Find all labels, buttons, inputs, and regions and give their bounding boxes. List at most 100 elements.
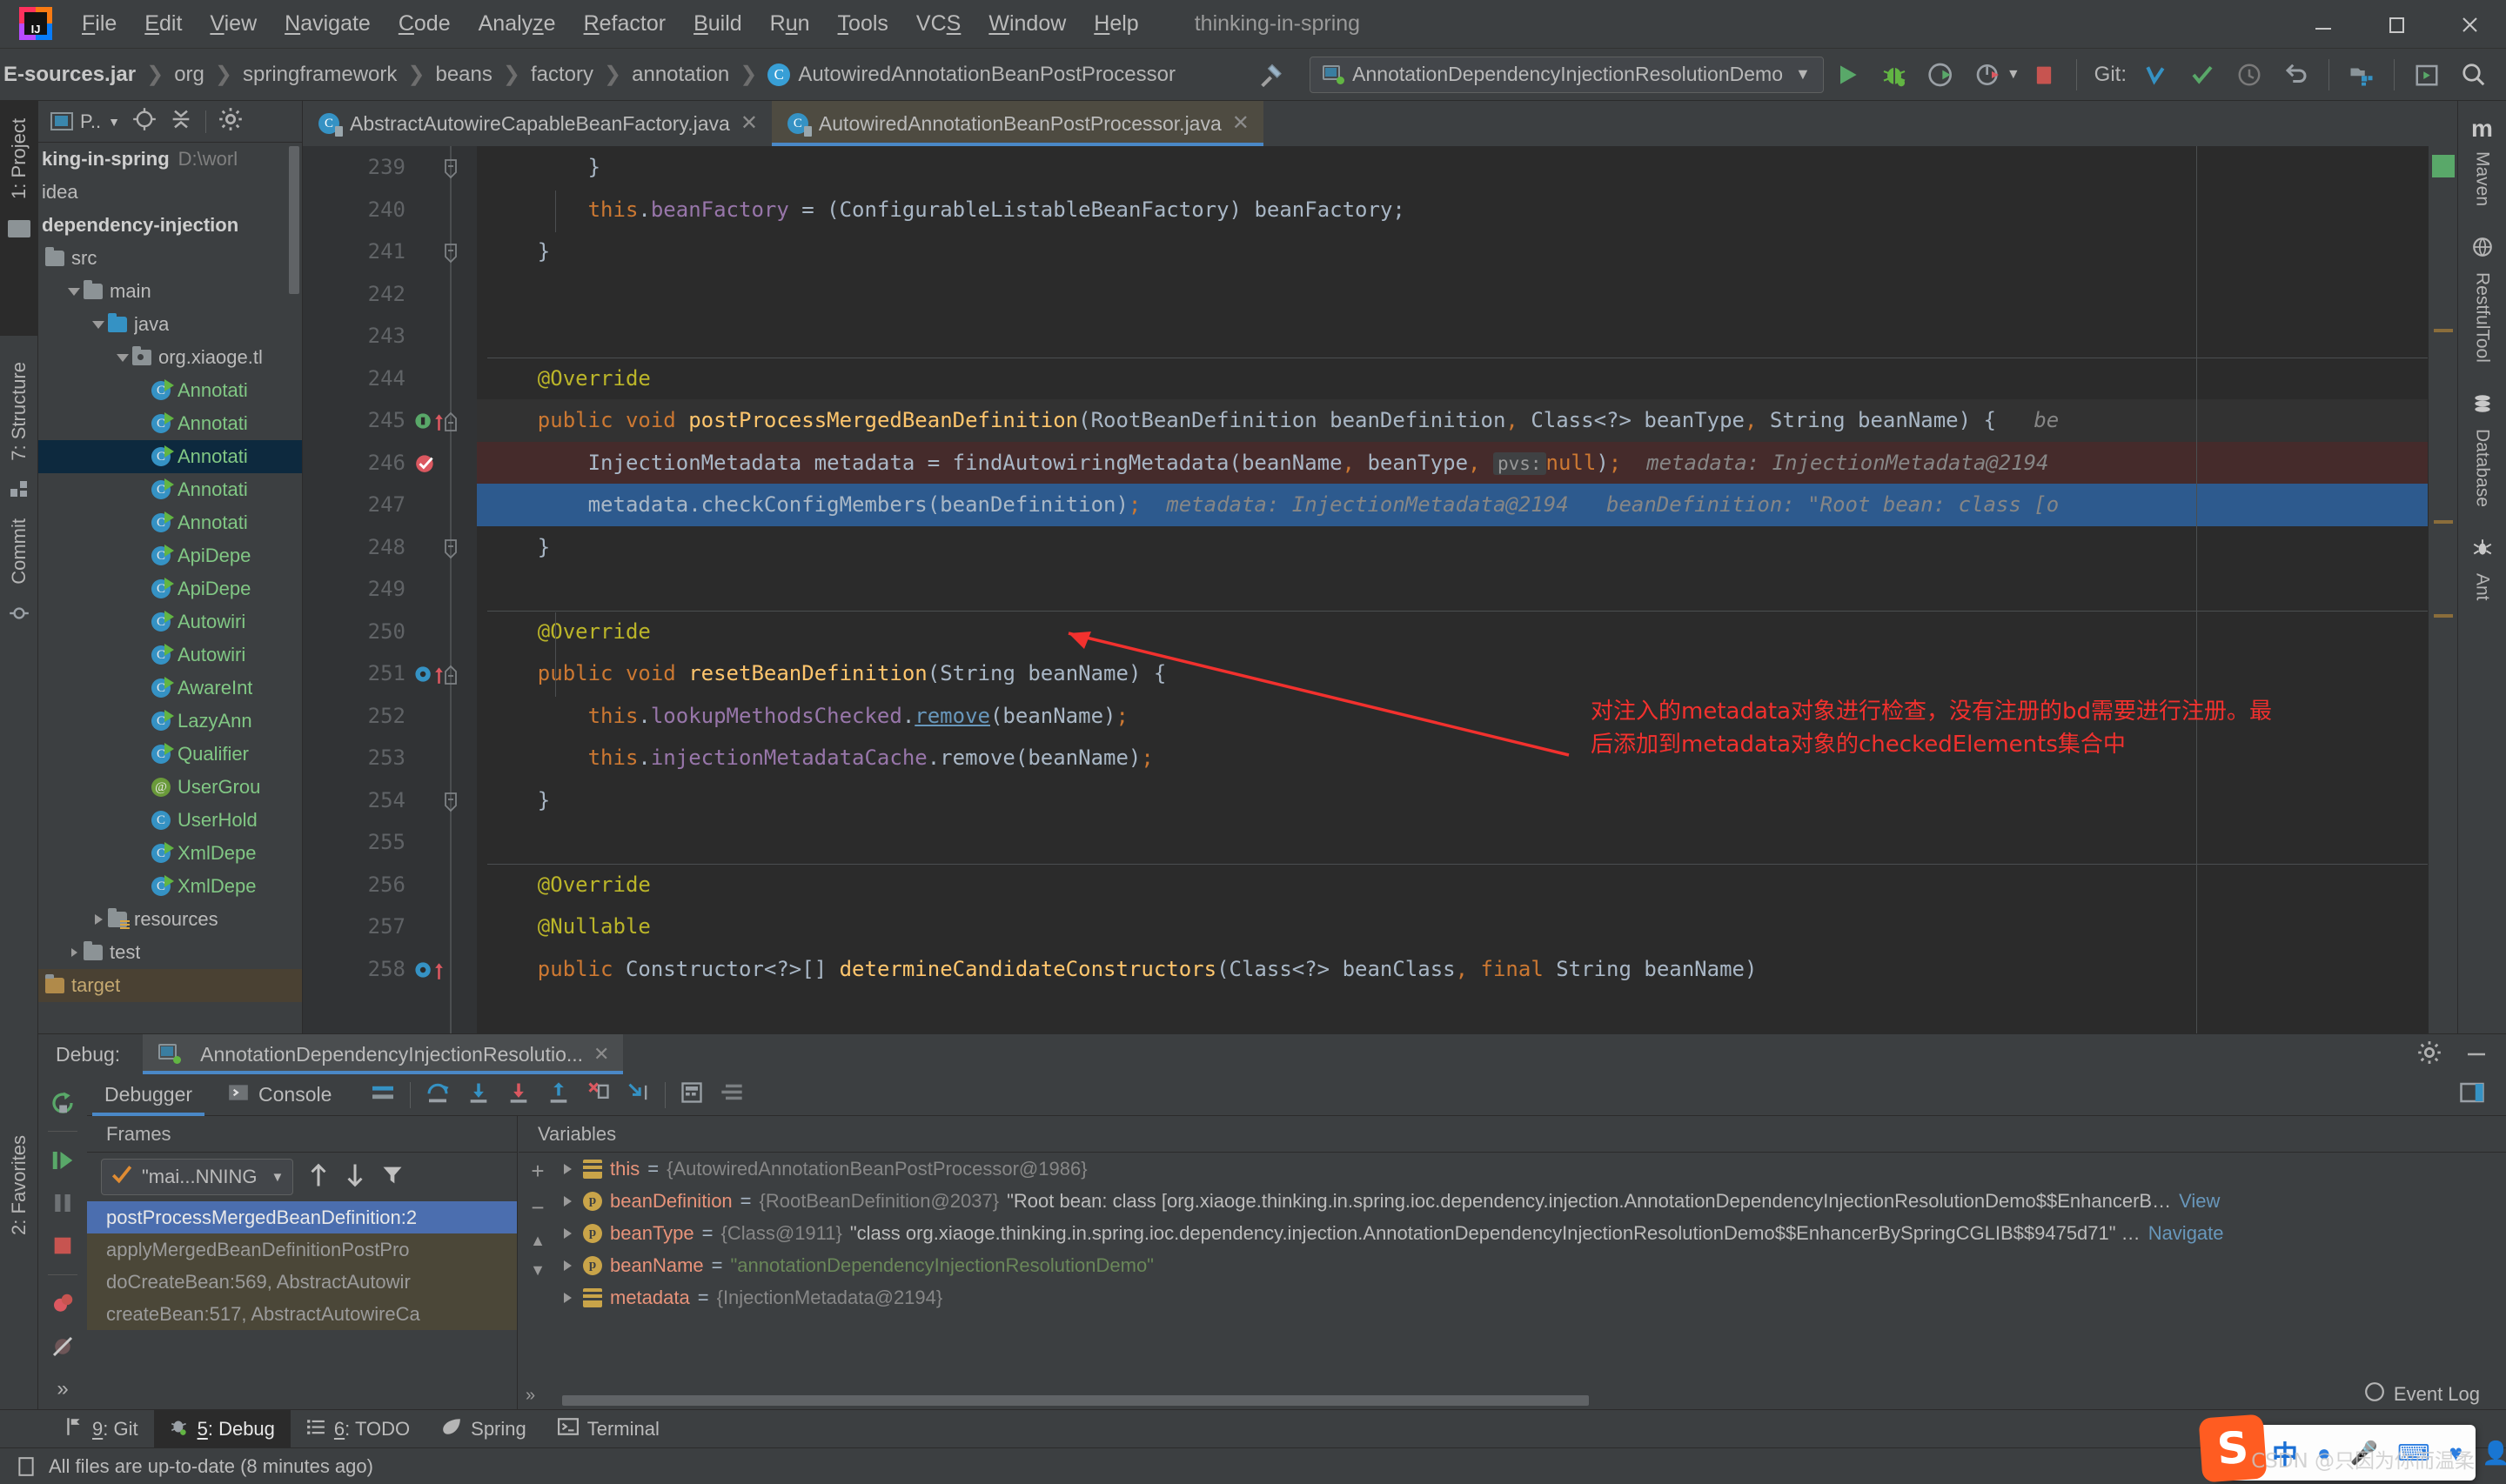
- tree-node-class[interactable]: C Annotati: [38, 374, 302, 407]
- tree-node-class[interactable]: C ApiDepe: [38, 572, 302, 605]
- gear-icon[interactable]: [2417, 1040, 2442, 1069]
- variable-row-this[interactable]: this = {AutowiredAnnotationBeanPostProce…: [557, 1153, 2506, 1185]
- code-line[interactable]: 244 @Override: [303, 358, 2457, 400]
- menu-view[interactable]: View: [196, 8, 271, 40]
- tree-node-class[interactable]: C XmlDepe: [38, 837, 302, 870]
- chevron-down-icon[interactable]: ▼: [2007, 67, 2020, 83]
- variables-list[interactable]: this = {AutowiredAnnotationBeanPostProce…: [557, 1153, 2506, 1387]
- expand-toggle[interactable]: [113, 354, 132, 362]
- menu-code[interactable]: Code: [385, 8, 465, 40]
- mute-breakpoints-button[interactable]: [42, 1327, 84, 1366]
- run-with-coverage-button[interactable]: [1918, 51, 1965, 98]
- expand-toggle-icon[interactable]: [564, 1293, 572, 1303]
- breadcrumb-beans[interactable]: beans: [435, 63, 492, 87]
- code-fold-toggle[interactable]: [442, 792, 459, 811]
- breadcrumb-class[interactable]: C AutowiredAnnotationBeanPostProcessor: [767, 63, 1176, 87]
- tree-node-target[interactable]: target: [38, 969, 302, 1002]
- stripe-marker[interactable]: [2434, 520, 2453, 524]
- frame-row[interactable]: doCreateBean:569, AbstractAutowir: [87, 1266, 517, 1298]
- code-text[interactable]: @Override: [487, 619, 651, 644]
- expand-toggle-icon[interactable]: [564, 1260, 572, 1271]
- collapse-all-icon[interactable]: [169, 107, 193, 136]
- tree-node-class[interactable]: C Annotati: [38, 407, 302, 440]
- minimize-button[interactable]: [2287, 0, 2360, 49]
- view-link[interactable]: View: [2179, 1190, 2220, 1213]
- resume-program-button[interactable]: [42, 1140, 84, 1180]
- run-button[interactable]: [1824, 51, 1871, 98]
- expand-toggle[interactable]: [64, 288, 84, 296]
- expand-toggle[interactable]: [89, 321, 108, 329]
- remove-watch-icon[interactable]: −: [531, 1196, 544, 1219]
- folder-icon[interactable]: [8, 220, 30, 237]
- variable-row-beandefinition[interactable]: p beanDefinition = {RootBeanDefinition@2…: [557, 1185, 2506, 1217]
- tool-window-todo[interactable]: 6: TODO: [291, 1410, 425, 1448]
- build-hammer-icon[interactable]: [1249, 51, 1296, 98]
- stripe-marker[interactable]: [2434, 329, 2453, 332]
- sidebar-item-project[interactable]: 1: Project: [8, 110, 30, 208]
- sidebar-item-structure[interactable]: 7: Structure: [8, 353, 30, 470]
- tree-node-class-selected[interactable]: C Annotati: [38, 440, 302, 473]
- code-fold-toggle[interactable]: [442, 158, 459, 177]
- frame-up-icon[interactable]: [307, 1162, 330, 1193]
- run-to-cursor-icon[interactable]: [626, 1080, 651, 1109]
- menu-file[interactable]: File: [68, 8, 131, 40]
- ime-tools-icon[interactable]: 👤: [2482, 1440, 2506, 1467]
- tree-node-class[interactable]: C UserHold: [38, 804, 302, 837]
- code-text[interactable]: @Nullable: [487, 914, 651, 939]
- git-history-icon[interactable]: [2226, 51, 2273, 98]
- gear-icon[interactable]: [218, 107, 243, 136]
- code-text[interactable]: this.lookupMethodsChecked.remove(beanNam…: [487, 704, 1129, 728]
- maximize-restore-button[interactable]: [2360, 0, 2433, 49]
- code-text[interactable]: this.beanFactory = (ConfigurableListable…: [487, 197, 1405, 222]
- tree-node-class[interactable]: C Annotati: [38, 473, 302, 506]
- add-watch-icon[interactable]: +: [531, 1160, 544, 1182]
- close-icon[interactable]: ✕: [593, 1043, 609, 1066]
- frame-down-icon[interactable]: [344, 1162, 366, 1193]
- menu-refactor[interactable]: Refactor: [570, 8, 680, 40]
- tree-node-test[interactable]: test: [38, 936, 302, 969]
- code-line[interactable]: 256 @Override: [303, 864, 2457, 906]
- project-structure-icon[interactable]: [2338, 51, 2385, 98]
- code-text[interactable]: metadata.checkConfigMembers(beanDefiniti…: [487, 492, 2059, 517]
- rerun-button[interactable]: [42, 1083, 84, 1122]
- code-line[interactable]: 246 InjectionMetadata metadata = findAut…: [303, 442, 2457, 485]
- breakpoint-icon[interactable]: [414, 451, 437, 479]
- step-over-icon[interactable]: [425, 1080, 451, 1109]
- code-line[interactable]: 257 @Nullable: [303, 906, 2457, 948]
- tree-node-class[interactable]: C ApiDepe: [38, 539, 302, 572]
- tool-window-spring[interactable]: Spring: [425, 1410, 542, 1448]
- git-revert-icon[interactable]: [2273, 51, 2320, 98]
- code-line[interactable]: 241 }: [303, 231, 2457, 273]
- sidebar-item-ant[interactable]: Ant: [2471, 537, 2494, 601]
- code-line[interactable]: 240 this.beanFactory = (ConfigurableList…: [303, 189, 2457, 231]
- close-icon[interactable]: ✕: [1232, 113, 1250, 134]
- close-button[interactable]: [2433, 0, 2506, 49]
- overriding-method-icon[interactable]: [414, 959, 452, 986]
- tree-node-idea[interactable]: idea: [38, 176, 302, 209]
- tool-window-debug[interactable]: 5: Debug: [154, 1410, 291, 1448]
- menu-window[interactable]: Window: [975, 8, 1080, 40]
- sidebar-item-favorites[interactable]: 2: Favorites: [8, 1126, 30, 1244]
- debug-button[interactable]: [1871, 51, 1918, 98]
- tree-node-project[interactable]: king-in-spring D:\worl: [38, 143, 302, 176]
- code-text[interactable]: public void resetBeanDefinition(String b…: [487, 661, 1166, 685]
- code-fold-toggle[interactable]: [442, 665, 459, 684]
- code-line[interactable]: 247 metadata.checkConfigMembers(beanDefi…: [303, 484, 2457, 526]
- code-text[interactable]: }: [487, 535, 550, 559]
- breadcrumb-annotation[interactable]: annotation: [632, 63, 729, 87]
- tree-node-class[interactable]: C Autowiri: [38, 638, 302, 672]
- menu-vcs[interactable]: VCS: [902, 8, 975, 40]
- tree-node-class[interactable]: C Qualifier: [38, 738, 302, 771]
- breadcrumb-org[interactable]: org: [174, 63, 204, 87]
- locate-icon[interactable]: [132, 107, 157, 136]
- tree-node-class[interactable]: C LazyAnn: [38, 705, 302, 738]
- git-update-icon[interactable]: [2132, 51, 2179, 98]
- code-text[interactable]: @Override: [487, 872, 651, 897]
- event-log-button[interactable]: Event Log: [2364, 1381, 2480, 1407]
- code-fold-toggle[interactable]: [442, 243, 459, 262]
- code-line[interactable]: 245 public void postProcessMergedBeanDef…: [303, 399, 2457, 442]
- editor-tab-abstract-autowire[interactable]: C AbstractAutowireCapableBeanFactory.jav…: [303, 101, 772, 146]
- code-text[interactable]: }: [487, 155, 600, 179]
- tab-debugger[interactable]: Debugger: [87, 1074, 210, 1116]
- restore-layout-icon[interactable]: [2459, 1081, 2485, 1108]
